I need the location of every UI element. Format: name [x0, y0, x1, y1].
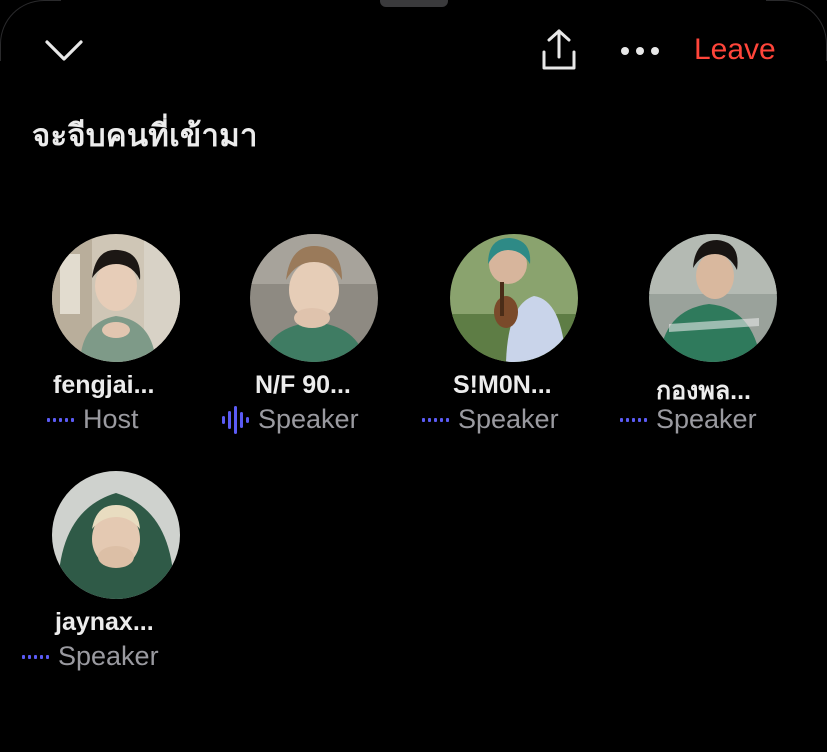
participant-card[interactable]: fengjai... Host — [20, 234, 210, 444]
participant-role: Speaker — [656, 404, 757, 434]
participant-role-row: Speaker — [222, 404, 359, 435]
participant-role: Speaker — [458, 404, 559, 434]
grabber-handle[interactable] — [380, 0, 448, 7]
avatar[interactable] — [52, 234, 180, 362]
avatar[interactable] — [250, 234, 378, 362]
audio-wave-icon — [47, 417, 74, 422]
participant-role: Host — [83, 404, 139, 434]
spaces-room-screen: Leave จะจีบคนที่เข้ามา fengjai... Host N… — [0, 0, 827, 752]
participant-role: Speaker — [258, 404, 359, 434]
chevron-down-icon — [45, 40, 83, 61]
avatar[interactable] — [649, 234, 777, 362]
participant-card[interactable]: N/F 90... Speaker — [220, 234, 410, 444]
audio-wave-icon — [422, 417, 449, 422]
more-button[interactable] — [616, 34, 664, 66]
collapse-button[interactable] — [42, 34, 86, 68]
avatar[interactable] — [52, 471, 180, 599]
participant-role: Speaker — [58, 641, 159, 671]
participant-role-row: Speaker — [422, 404, 559, 435]
audio-wave-icon — [22, 654, 49, 659]
participant-role-row: Speaker — [22, 641, 159, 672]
participant-name: jaynax... — [55, 608, 154, 636]
avatar[interactable] — [450, 234, 578, 362]
participant-name: N/F 90... — [255, 371, 351, 399]
participant-role-row: Host — [47, 404, 139, 435]
participant-role-row: Speaker — [620, 404, 757, 435]
more-icon — [621, 47, 659, 55]
participant-card[interactable]: S!M0N... Speaker — [420, 234, 610, 444]
share-button[interactable] — [535, 26, 583, 74]
participant-card[interactable]: กองพล... Speaker — [618, 234, 808, 444]
audio-wave-icon — [222, 405, 249, 434]
audio-wave-icon — [620, 417, 647, 422]
participant-card[interactable]: jaynax... Speaker — [20, 471, 210, 681]
room-title: จะจีบคนที่เข้ามา — [32, 118, 258, 154]
leave-button[interactable]: Leave — [694, 30, 794, 70]
participant-name: fengjai... — [53, 371, 155, 399]
participant-name: S!M0N... — [453, 371, 552, 399]
share-icon — [542, 29, 576, 70]
